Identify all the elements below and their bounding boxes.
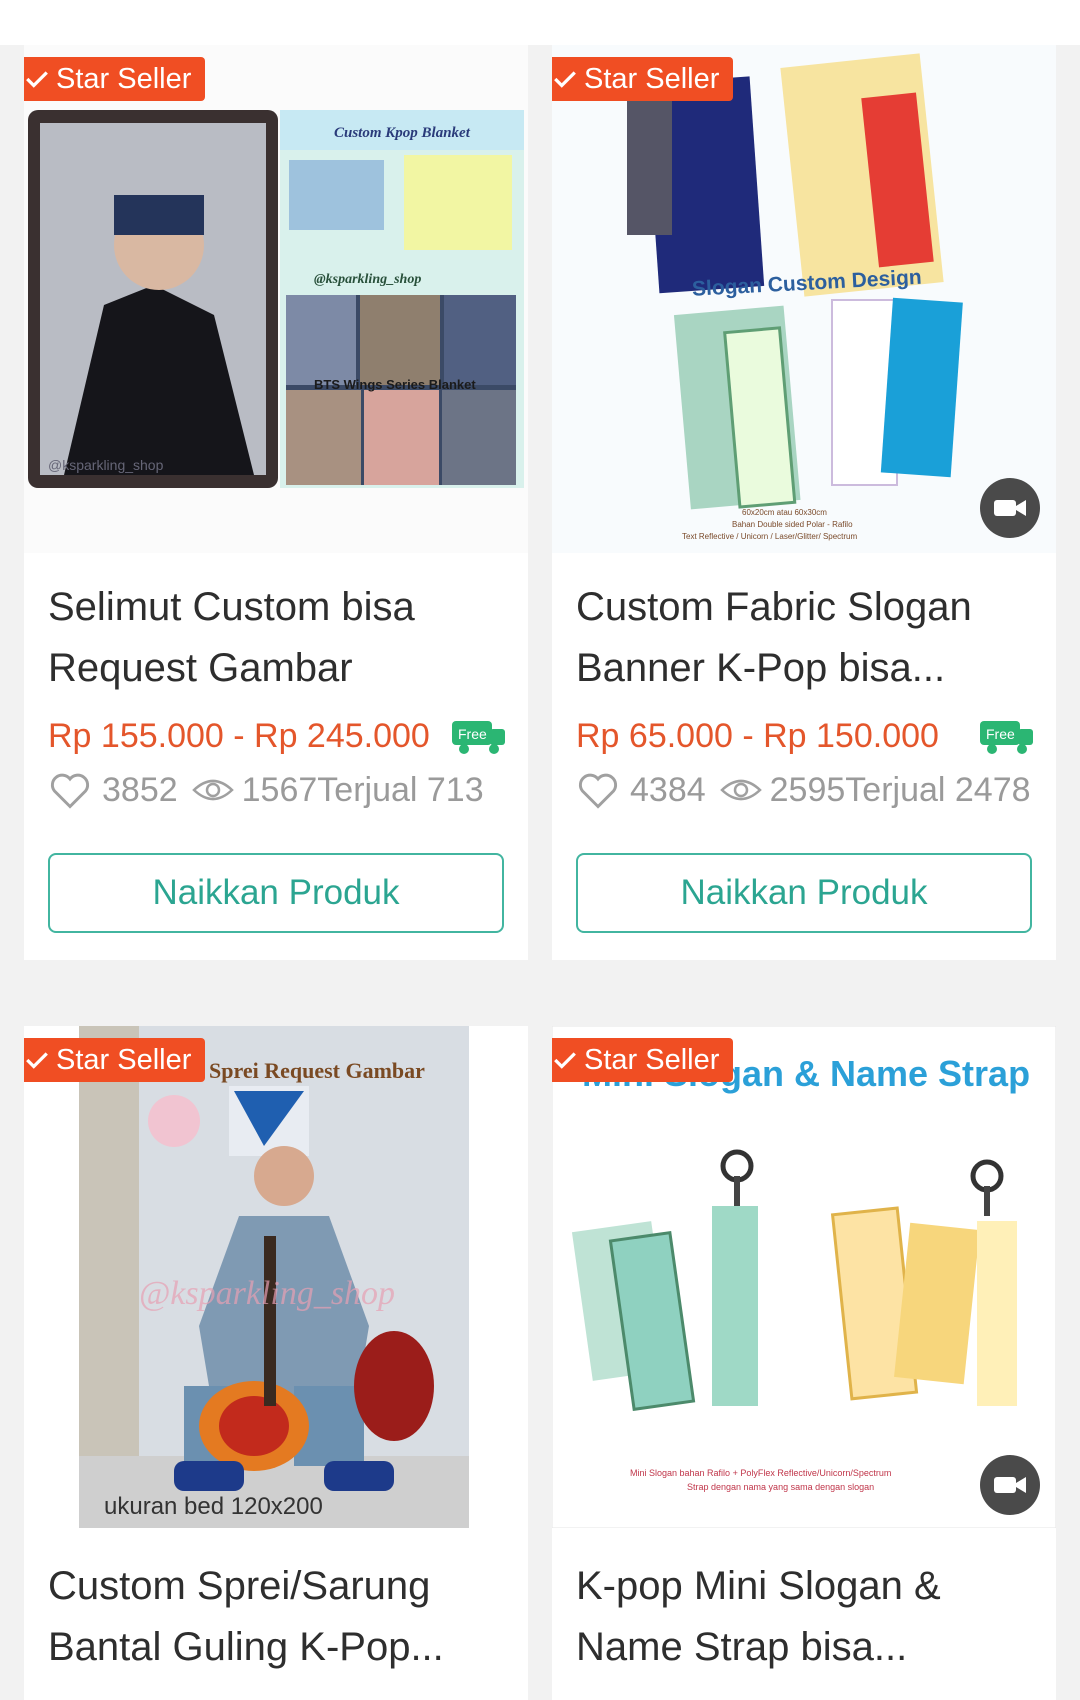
- image-caption: @ksparkling_shop: [48, 457, 164, 473]
- star-seller-badge: Star Seller: [552, 1038, 734, 1082]
- image-caption: Mini Slogan bahan Rafilo + PolyFlex Refl…: [630, 1468, 891, 1478]
- eye-icon: [191, 779, 234, 801]
- product-title[interactable]: Custom Fabric Slogan Banner K-Pop bisa..…: [576, 577, 1036, 699]
- like-count: 4384: [630, 770, 706, 809]
- star-seller-badge: Star Seller: [552, 57, 734, 101]
- badge-label: Star Seller: [584, 1044, 720, 1076]
- product-title[interactable]: Custom Sprei/Sarung Bantal Guling K-Pop.…: [48, 1556, 508, 1678]
- badge-label: Star Seller: [56, 63, 192, 95]
- eye-icon: [719, 779, 762, 801]
- check-icon: [554, 1052, 576, 1069]
- image-caption: 60x20cm atau 60x30cm: [742, 508, 827, 517]
- svg-text:Free: Free: [458, 726, 487, 742]
- image-caption: @ksparkling_shop: [139, 1275, 395, 1312]
- product-price: Rp 155.000 - Rp 245.000: [48, 717, 430, 755]
- image-caption: BTS Wings Series Blanket: [314, 377, 476, 392]
- star-seller-badge: Star Seller: [24, 57, 206, 101]
- product-card[interactable]: Mini Slogan & Name Strap Mini Slogan bah…: [552, 1026, 1056, 1700]
- image-caption: Strap dengan nama yang sama dengan sloga…: [687, 1482, 874, 1492]
- video-indicator: [980, 478, 1040, 538]
- product-image[interactable]: Sprei Request Gambar @ksparkling_shop uk…: [24, 1026, 528, 1528]
- image-caption: Text Reflective / Unicorn / Laser/Glitte…: [682, 532, 858, 541]
- product-card[interactable]: Slogan Custom Design 60x20cm atau 60x30c…: [552, 45, 1056, 960]
- product-card[interactable]: @ksparkling_shop Custom Kpop Blanket @ks…: [24, 45, 528, 960]
- top-bar: [0, 0, 1080, 45]
- product-card[interactable]: Sprei Request Gambar @ksparkling_shop uk…: [24, 1026, 528, 1700]
- image-caption: ukuran bed 120x200: [104, 1493, 323, 1520]
- heart-icon[interactable]: [576, 768, 620, 812]
- video-camera-icon: [994, 1477, 1026, 1493]
- boost-product-button[interactable]: Naikkan Produk: [576, 853, 1032, 933]
- check-icon: [554, 71, 576, 88]
- badge-label: Star Seller: [584, 63, 720, 95]
- product-stats: 3852 1567 Terjual 713: [48, 765, 518, 815]
- product-image[interactable]: Slogan Custom Design 60x20cm atau 60x30c…: [552, 45, 1056, 553]
- badge-label: Star Seller: [56, 1044, 192, 1076]
- view-count: 2595: [769, 770, 846, 809]
- check-icon: [26, 1052, 48, 1069]
- sold-count: Terjual 713: [317, 770, 484, 809]
- video-camera-icon: [994, 500, 1026, 516]
- image-caption: Custom Kpop Blanket: [334, 125, 471, 141]
- video-indicator: [980, 1455, 1040, 1515]
- product-stats: 4384 2595 Terjual 2478: [576, 765, 1046, 815]
- heart-icon[interactable]: [48, 768, 92, 812]
- boost-product-button[interactable]: Naikkan Produk: [48, 853, 504, 933]
- svg-text:Free: Free: [986, 726, 1015, 742]
- free-shipping-icon: Free: [452, 721, 505, 754]
- image-caption: Bahan Double sided Polar - Rafilo: [732, 520, 853, 529]
- view-count: 1567: [241, 770, 318, 809]
- like-count: 3852: [102, 770, 178, 809]
- free-shipping-icon: Free: [980, 721, 1033, 754]
- check-icon: [26, 71, 48, 88]
- product-image[interactable]: Mini Slogan & Name Strap Mini Slogan bah…: [552, 1026, 1056, 1528]
- sold-count: Terjual 2478: [845, 770, 1031, 809]
- image-caption: Sprei Request Gambar: [209, 1058, 425, 1083]
- product-title[interactable]: Selimut Custom bisa Request Gambar: [48, 577, 508, 699]
- star-seller-badge: Star Seller: [24, 1038, 206, 1082]
- image-caption: @ksparkling_shop: [314, 272, 421, 287]
- product-image[interactable]: @ksparkling_shop Custom Kpop Blanket @ks…: [24, 45, 528, 553]
- product-price: Rp 65.000 - Rp 150.000: [576, 717, 939, 755]
- product-title[interactable]: K-pop Mini Slogan & Name Strap bisa...: [576, 1556, 1036, 1678]
